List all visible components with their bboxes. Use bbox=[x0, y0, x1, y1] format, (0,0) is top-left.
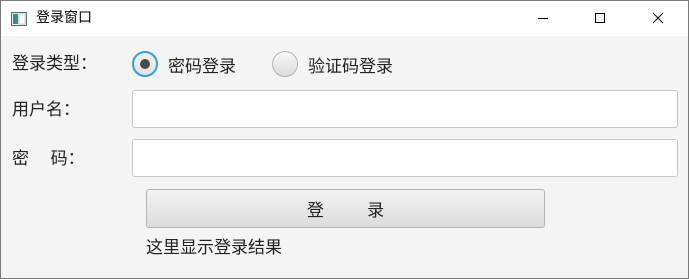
radio-dot bbox=[140, 59, 150, 69]
radio-password-login-label: 密码登录 bbox=[168, 56, 236, 77]
username-label: 用户名： bbox=[12, 100, 80, 120]
radio-code-login-label: 验证码登录 bbox=[308, 56, 393, 77]
login-window: 登录窗口 登录类型： 密码登录 验证码登录 用户名： 密 码： 登 录 这里显示… bbox=[0, 0, 689, 279]
radio-button-checked[interactable] bbox=[132, 51, 158, 77]
login-button[interactable]: 登 录 bbox=[146, 189, 545, 228]
radio-password-login[interactable]: 密码登录 bbox=[132, 51, 236, 77]
maximize-icon bbox=[594, 9, 606, 28]
maximize-button[interactable] bbox=[572, 1, 628, 36]
title-bar: 登录窗口 bbox=[1, 1, 688, 36]
login-type-label: 登录类型： bbox=[12, 54, 97, 74]
app-window-icon bbox=[11, 11, 27, 26]
password-label: 密 码： bbox=[12, 149, 85, 169]
username-input[interactable] bbox=[132, 90, 678, 128]
password-input[interactable] bbox=[132, 139, 678, 177]
login-result-text: 这里显示登录结果 bbox=[146, 238, 282, 258]
radio-code-login[interactable]: 验证码登录 bbox=[272, 51, 393, 77]
radio-button-unchecked[interactable] bbox=[272, 51, 298, 77]
minimize-button[interactable] bbox=[515, 1, 571, 36]
minimize-icon bbox=[537, 9, 549, 28]
close-icon bbox=[652, 9, 664, 28]
close-button[interactable] bbox=[630, 1, 686, 36]
window-title: 登录窗口 bbox=[36, 10, 92, 26]
